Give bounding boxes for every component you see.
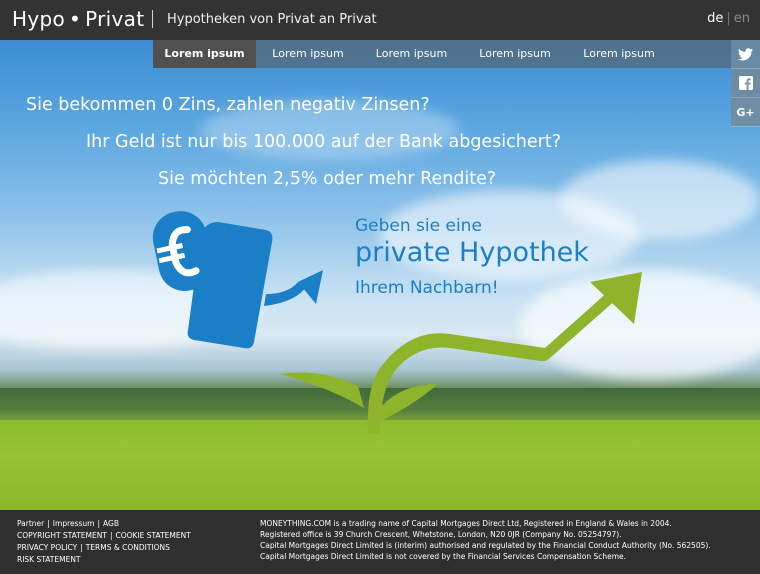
hero-question-1: Sie bekommen 0 Zins, zahlen negativ Zins… — [26, 95, 430, 115]
header-divider — [152, 10, 153, 28]
growth-arrow-icon — [280, 272, 642, 434]
hero-question-2: Ihr Geld ist nur bis 100.000 auf der Ban… — [86, 132, 561, 152]
logo-text-hypo: Hypo — [12, 7, 66, 31]
logo-text-privat: Privat — [85, 7, 145, 31]
social-bar: G+ — [731, 40, 760, 127]
hero-section: Lorem ipsum Lorem ipsum Lorem ipsum Lore… — [0, 40, 760, 510]
footer-link-terms[interactable]: TERMS & CONDITIONS — [86, 543, 170, 552]
twitter-icon[interactable] — [731, 40, 760, 69]
cta-line-1: Geben sie eine — [355, 216, 482, 236]
footer-link-impressum[interactable]: Impressum — [53, 519, 95, 528]
logo[interactable]: Hypo • Privat — [12, 7, 144, 31]
footer-pipe: | — [47, 519, 50, 528]
footer-link-copyright[interactable]: COPYRIGHT STATEMENT — [17, 531, 107, 540]
main-nav: Lorem ipsum Lorem ipsum Lorem ipsum Lore… — [153, 40, 731, 68]
footer-link-agb[interactable]: AGB — [103, 519, 119, 528]
nav-item-3[interactable]: Lorem ipsum — [360, 40, 463, 68]
legal-line-2: Registered office is 39 Church Crescent,… — [260, 530, 622, 539]
lang-en-link[interactable]: en — [734, 11, 750, 26]
lang-separator: | — [726, 11, 731, 26]
nav-item-1[interactable]: Lorem ipsum — [153, 40, 256, 68]
header: Hypo • Privat Hypotheken von Privat an Pri… — [0, 0, 760, 40]
footer-pipe: | — [80, 543, 83, 552]
footer-links: Partner | Impressum | AGB COPYRIGHT STATEMEN… — [17, 518, 191, 566]
logo-dot: • — [69, 7, 82, 31]
footer-pipe: | — [97, 519, 101, 528]
google-plus-label: G+ — [736, 105, 755, 119]
google-plus-icon[interactable]: G+ — [731, 98, 760, 127]
nav-item-2[interactable]: Lorem ipsum — [256, 40, 360, 68]
header-tagline: Hypotheken von Privat an Privat — [167, 12, 377, 27]
footer-link-partner[interactable]: Partner — [17, 519, 44, 528]
cta-headline: private Hypothek — [355, 237, 589, 268]
footer-link-privacy[interactable]: PRIVACY POLICY — [17, 543, 77, 552]
footer-legal: MONEYTHING.COM is a trading name of Capi… — [260, 518, 711, 562]
lang-de-link[interactable]: de — [707, 11, 723, 26]
language-switcher: de | en — [707, 11, 750, 26]
facebook-icon[interactable] — [731, 69, 760, 98]
footer: Partner | Impressum | AGB COPYRIGHT STATEMEN… — [0, 510, 760, 574]
legal-line-3: Capital Mortgages Direct Limited is (int… — [260, 541, 711, 550]
legal-line-4: Capital Mortgages Direct Limited is not … — [260, 552, 627, 561]
footer-link-cookie[interactable]: COOKIE STATEMENT — [115, 531, 190, 540]
nav-item-5[interactable]: Lorem ipsum — [567, 40, 671, 68]
footer-link-risk[interactable]: RISK STATEMENT — [17, 555, 81, 564]
legal-line-1: MONEYTHING.COM is a trading name of Capi… — [260, 519, 672, 528]
cloud — [560, 160, 760, 240]
nav-item-4[interactable]: Lorem ipsum — [463, 40, 567, 68]
footer-pipe: | — [109, 531, 113, 540]
hero-question-3: Sie möchten 2,5% oder mehr Rendite? — [158, 169, 497, 189]
